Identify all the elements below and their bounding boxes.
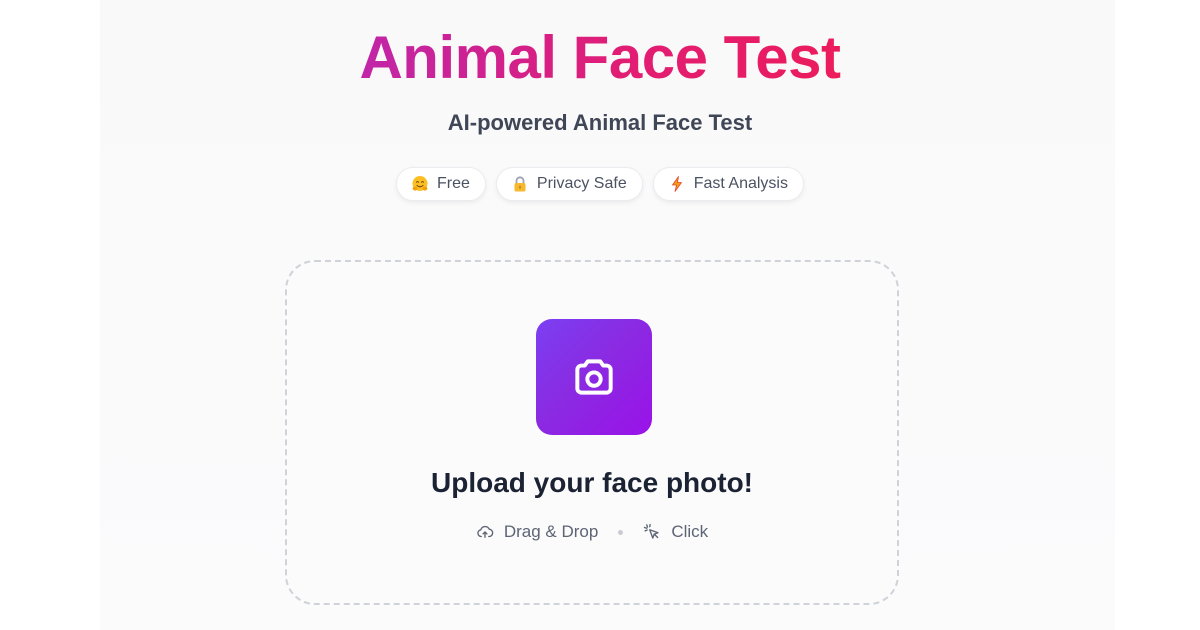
lock-icon (511, 175, 529, 193)
upload-dropzone[interactable]: Upload your face photo! Drag & Drop Clic… (285, 260, 899, 605)
lightning-icon (668, 175, 686, 193)
separator-dot (618, 529, 624, 535)
cloud-upload-icon (477, 525, 494, 538)
badge-free-label: Free (437, 175, 470, 192)
cursor-click-icon (644, 523, 659, 539)
drag-drop-hint: Drag & Drop (476, 522, 598, 542)
drag-drop-label: Drag & Drop (503, 522, 599, 541)
badge-privacy-label: Privacy Safe (536, 175, 627, 192)
camera-tile[interactable] (536, 319, 652, 435)
page-subtitle: AI-powered Animal Face Test (447, 110, 753, 135)
upload-title: Upload your face photo! (431, 467, 753, 498)
camera-icon (575, 359, 613, 395)
click-label: Click (671, 522, 709, 541)
badge-free: Free (396, 167, 486, 201)
badge-fast-label: Fast Analysis (693, 175, 788, 192)
page: Animal Face Test AI-powered Animal Face … (0, 0, 1200, 630)
badge-fast: Fast Analysis (652, 167, 804, 201)
click-hint: Click (643, 522, 708, 542)
hugging-face-icon (411, 175, 429, 193)
feature-badges: Free Privacy Safe Fast Analysis (0, 167, 1200, 201)
badge-privacy: Privacy Safe (495, 167, 643, 201)
upload-hints: Drag & Drop Click (287, 522, 897, 542)
page-title: Animal Face Test (359, 24, 841, 91)
